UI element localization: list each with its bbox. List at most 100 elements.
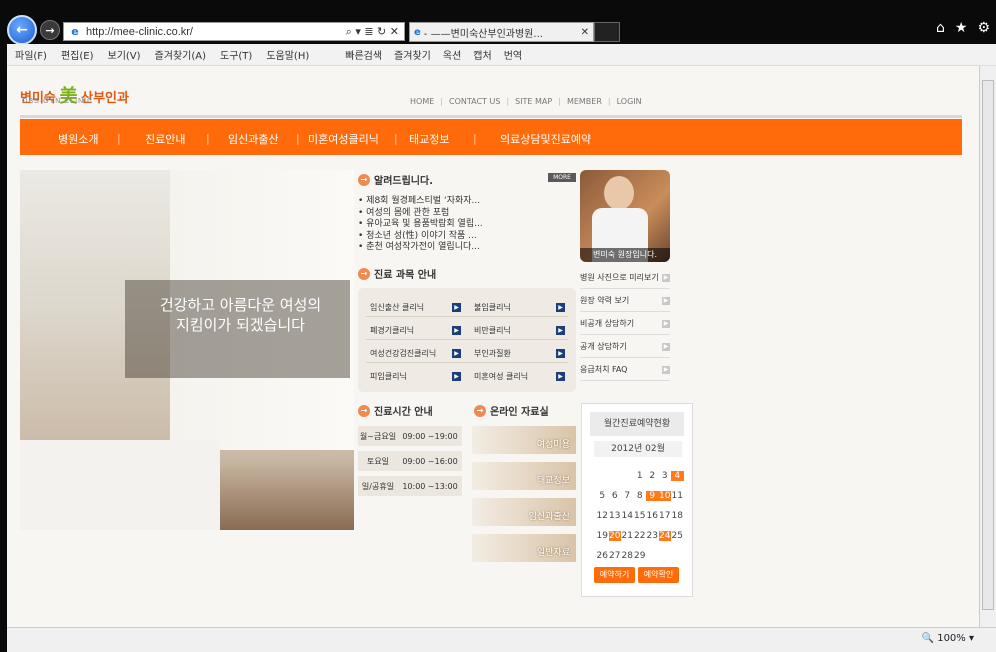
quick-link-public-consult[interactable]: 공개 상담하기 ▶ <box>580 336 670 358</box>
calendar-day[interactable]: 4 <box>671 471 684 481</box>
calendar-day[interactable]: 11 <box>671 491 684 501</box>
calendar-day[interactable]: 15 <box>634 511 647 521</box>
go-arrow-icon[interactable]: ▶ <box>556 349 565 358</box>
notice-more-button[interactable]: MORE <box>548 173 576 182</box>
home-icon[interactable]: ⌂ <box>936 20 945 36</box>
menu-file[interactable]: 파일(F) <box>15 47 47 62</box>
quick-link-photos[interactable]: 병원 사진으로 미리보기 ▶ <box>580 267 670 289</box>
calendar-day[interactable]: 18 <box>671 511 684 521</box>
notice-item[interactable]: 청소년 성(性) 이야기 작품 ... <box>358 231 483 243</box>
calendar-day[interactable]: 7 <box>621 491 634 501</box>
calendar-day[interactable]: 17 <box>659 511 672 521</box>
notice-item[interactable]: 제8회 월경페스티벌 ‘자화자... <box>358 196 483 208</box>
calendar-day[interactable]: 16 <box>646 511 659 521</box>
calendar-day[interactable]: 12 <box>596 511 609 521</box>
options-button[interactable]: 옥션 <box>443 47 461 62</box>
calendar-day[interactable]: 3 <box>659 471 672 481</box>
quick-link-faq[interactable]: 응급처치 FAQ ▶ <box>580 359 670 381</box>
top-nav-contact[interactable]: CONTACT US <box>449 97 500 106</box>
go-arrow-icon[interactable]: ▶ <box>452 303 461 312</box>
library-item[interactable]: 임신과출산 <box>472 498 576 526</box>
calendar-day[interactable]: 19 <box>596 531 609 541</box>
calendar-day[interactable]: 29 <box>634 551 647 561</box>
quick-link-private-consult[interactable]: 비공개 상담하기 ▶ <box>580 313 670 335</box>
quick-link-profile[interactable]: 원장 약력 보기 ▶ <box>580 290 670 312</box>
favorites-icon[interactable]: ★ <box>955 20 968 36</box>
dept-item[interactable]: 여성건강검진클리닉 <box>370 348 436 359</box>
dept-item[interactable]: 피임클리닉 <box>370 371 407 382</box>
calendar-day[interactable]: 10 <box>658 491 671 501</box>
address-controls[interactable]: ⌕ ▾ ≣ ↻ ✕ <box>346 25 399 39</box>
dept-item[interactable]: 부인과질환 <box>474 348 511 359</box>
address-url[interactable]: http://mee-clinic.co.kr/ <box>86 26 346 38</box>
library-item[interactable]: 태교정보 <box>472 462 576 490</box>
capture-button[interactable]: 캡처 <box>473 47 491 62</box>
close-tab-icon[interactable]: ✕ <box>581 27 589 38</box>
translate-button[interactable]: 번역 <box>504 47 522 62</box>
calendar-day[interactable]: 24 <box>658 531 671 541</box>
calendar-day[interactable]: 26 <box>596 551 609 561</box>
go-arrow-icon[interactable]: ▶ <box>556 303 565 312</box>
go-arrow-icon[interactable]: ▶ <box>556 372 565 381</box>
address-bar[interactable]: e http://mee-clinic.co.kr/ ⌕ ▾ ≣ ↻ ✕ <box>63 22 405 41</box>
vertical-scrollbar[interactable] <box>979 66 996 627</box>
calendar-day[interactable]: 9 <box>646 491 659 501</box>
notice-item[interactable]: 유아교육 및 용품박람회 열립... <box>358 219 483 231</box>
browser-tab[interactable]: e - ——변미숙산부인과병원... ✕ <box>409 22 594 42</box>
calendar-day[interactable]: 22 <box>634 531 647 541</box>
menu-favorites[interactable]: 즐겨찾기(A) <box>155 47 206 62</box>
go-arrow-icon[interactable]: ▶ <box>452 349 461 358</box>
dept-item[interactable]: 불임클리닉 <box>474 302 511 313</box>
menu-tools[interactable]: 도구(T) <box>220 47 252 62</box>
confirm-reservation-button[interactable]: 예약확인 <box>638 567 679 583</box>
top-nav-sitemap[interactable]: SITE MAP <box>515 97 552 106</box>
calendar-day[interactable]: 20 <box>608 531 621 541</box>
menu-view[interactable]: 보기(V) <box>108 47 141 62</box>
calendar-day[interactable]: 1 <box>634 471 647 481</box>
calendar-day[interactable]: 2 <box>646 471 659 481</box>
site-logo[interactable]: 변미숙 美 산부인과 OBS·GYN CLINIC <box>20 82 129 108</box>
dept-item[interactable]: 비만클리닉 <box>474 325 511 336</box>
calendar-day[interactable]: 13 <box>609 511 622 521</box>
go-arrow-icon[interactable]: ▶ <box>452 326 461 335</box>
forward-button[interactable]: → <box>40 20 60 40</box>
go-arrow-icon[interactable]: ▶ <box>452 372 461 381</box>
dept-item[interactable]: 미혼여성 클리닉 <box>474 371 528 382</box>
go-arrow-icon[interactable]: ▶ <box>556 326 565 335</box>
dept-item[interactable]: 임신출산 클리닉 <box>370 302 424 313</box>
menu-help[interactable]: 도움말(H) <box>266 47 309 62</box>
calendar-day[interactable]: 8 <box>634 491 647 501</box>
calendar-day[interactable]: 6 <box>609 491 622 501</box>
director-photo[interactable]: 변미숙 원장입니다. <box>580 170 670 262</box>
calendar-day[interactable]: 27 <box>609 551 622 561</box>
top-nav-member[interactable]: MEMBER <box>567 97 602 106</box>
main-nav-consult-reserve[interactable]: 의료상담및진료예약 <box>500 131 591 147</box>
main-nav-prenatal[interactable]: 태교정보 <box>409 131 449 147</box>
library-item[interactable]: 일반자료 <box>472 534 576 562</box>
library-item[interactable]: 여성미용 <box>472 426 576 454</box>
main-nav-pregnancy[interactable]: 임신과출산 <box>228 131 279 147</box>
calendar-day[interactable]: 21 <box>621 531 634 541</box>
zoom-level[interactable]: 🔍 100% ▾ <box>922 633 974 644</box>
dept-item[interactable]: 폐경기클리닉 <box>370 325 414 336</box>
top-nav-login[interactable]: LOGIN <box>617 97 642 106</box>
back-button[interactable]: ← <box>7 15 37 45</box>
notice-item[interactable]: 여성의 몸에 관한 포럼 <box>358 208 483 220</box>
new-tab-button[interactable] <box>594 22 620 42</box>
menu-edit[interactable]: 편집(E) <box>61 47 94 62</box>
scrollbar-thumb[interactable] <box>982 80 994 610</box>
calendar-day[interactable]: 25 <box>671 531 684 541</box>
calendar-day[interactable]: 5 <box>596 491 609 501</box>
top-nav-home[interactable]: HOME <box>410 97 434 106</box>
notice-item[interactable]: 춘천 여성작가전이 열립니다... <box>358 242 483 254</box>
reserve-button[interactable]: 예약하기 <box>594 567 635 583</box>
calendar-day[interactable]: 23 <box>646 531 659 541</box>
calendar-day[interactable]: 14 <box>621 511 634 521</box>
favorites-button[interactable]: 즐겨찾기 <box>394 47 431 62</box>
main-nav-single-women[interactable]: 미혼여성클리닉 <box>308 131 379 147</box>
main-nav-about[interactable]: 병원소개 <box>58 131 98 147</box>
settings-gear-icon[interactable]: ⚙ <box>977 20 990 36</box>
main-nav-services[interactable]: 진료안내 <box>145 131 185 147</box>
quick-search-button[interactable]: 빠른검색 <box>345 47 382 62</box>
calendar-day[interactable]: 28 <box>621 551 634 561</box>
